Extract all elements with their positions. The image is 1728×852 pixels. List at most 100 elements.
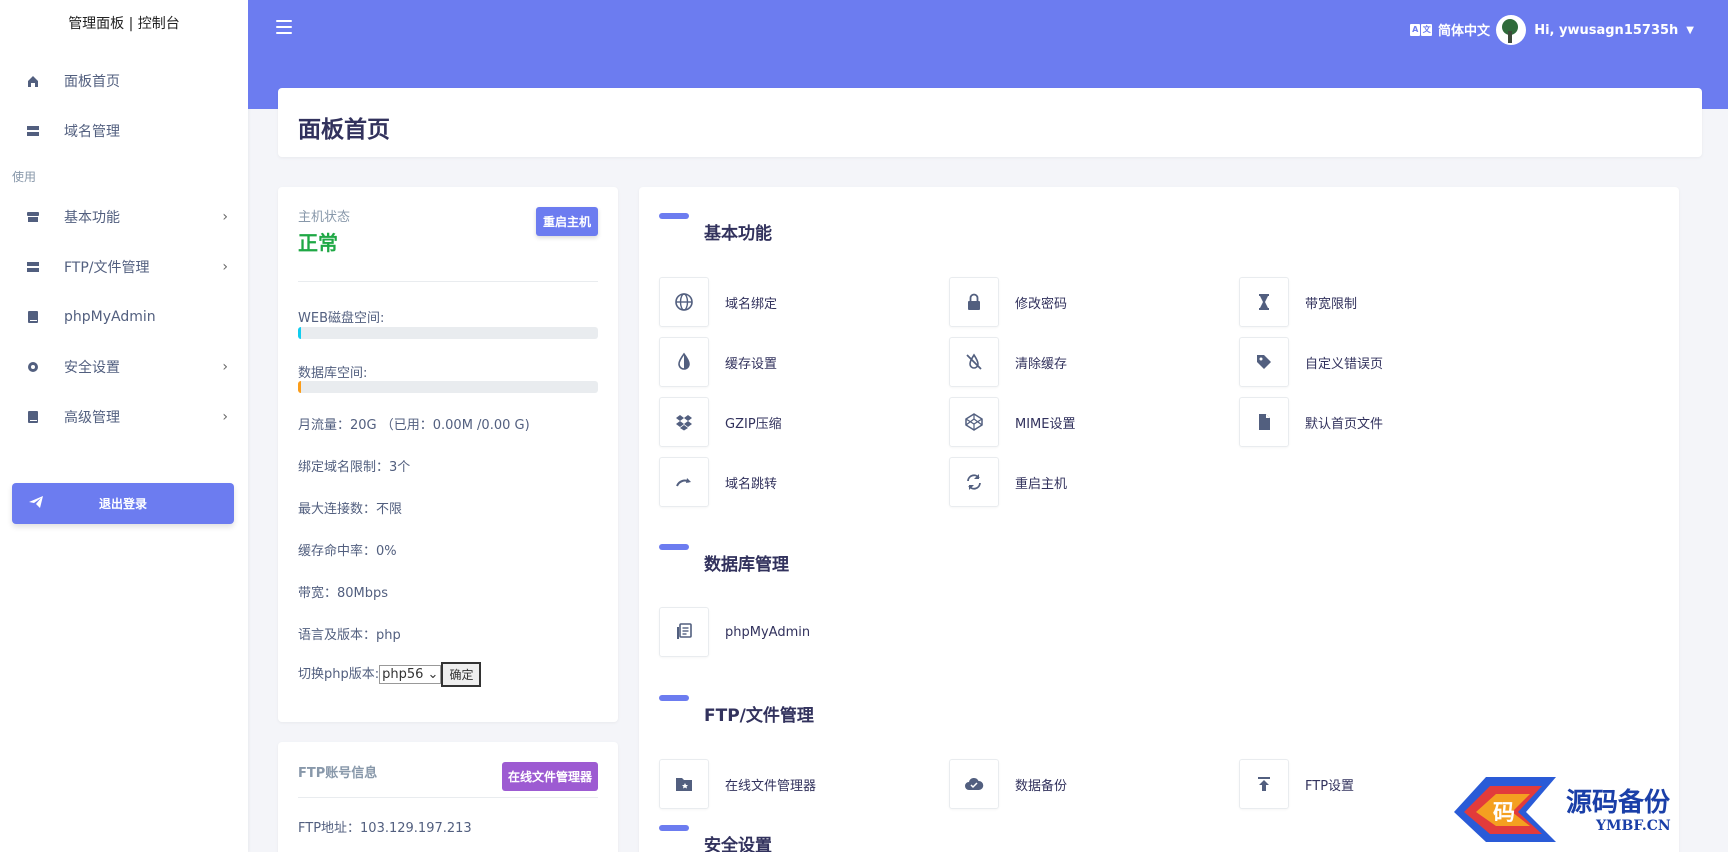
lock-icon — [949, 277, 999, 327]
database-label: 数据库空间: — [298, 366, 368, 381]
feature-mime-settings[interactable]: MIME设置 — [949, 397, 1075, 447]
redo-icon — [659, 457, 709, 507]
feature-custom-error-page[interactable]: 自定义错误页 — [1239, 337, 1383, 387]
language-switcher[interactable]: A文 简体中文 — [1409, 20, 1490, 39]
sidebar-item-label: 基本功能 — [64, 210, 120, 226]
feature-restart-host[interactable]: 重启主机 — [949, 457, 1067, 507]
sidebar-heading: 使用 — [12, 170, 37, 184]
home-icon — [26, 74, 40, 88]
logout-label: 退出登录 — [98, 497, 147, 511]
sync-icon — [949, 457, 999, 507]
watermark-emblem-icon: 码 — [1454, 777, 1556, 842]
cache-hit-info: 缓存命中率：0% — [298, 544, 397, 559]
feature-clear-cache[interactable]: 清除缓存 — [949, 337, 1067, 387]
feature-label: 缓存设置 — [725, 356, 778, 372]
watermark-logo: 码 源码备份 YMBF.CN — [1446, 772, 1716, 847]
globe-icon — [659, 277, 709, 327]
feature-label: phpMyAdmin — [725, 624, 811, 640]
chevron-right-icon: › — [222, 259, 228, 275]
bandwidth-info: 带宽：80Mbps — [298, 586, 389, 601]
feature-label: 数据备份 — [1015, 778, 1068, 794]
tags-icon — [1239, 337, 1289, 387]
feature-online-file-manager[interactable]: 在线文件管理器 — [659, 759, 816, 809]
book-icon — [26, 310, 40, 324]
section-title-ftp: FTP/文件管理 — [704, 706, 814, 726]
feature-default-index[interactable]: 默认首页文件 — [1239, 397, 1383, 447]
sidebar-item-basic[interactable]: 基本功能 › — [0, 192, 248, 242]
domain-limit-info: 绑定域名限制：3个 — [298, 460, 411, 475]
feature-label: 自定义错误页 — [1305, 356, 1384, 372]
logout-button[interactable]: 退出登录 — [12, 483, 234, 524]
php-switch-label: 切换php版本: — [298, 667, 380, 682]
file-icon — [1239, 397, 1289, 447]
feature-label: 域名跳转 — [725, 476, 778, 492]
web-disk-label: WEB磁盘空间: — [298, 311, 385, 326]
database-book-icon — [659, 607, 709, 657]
chevron-right-icon: › — [222, 359, 228, 375]
feature-change-password[interactable]: 修改密码 — [949, 277, 1067, 327]
section-title-basic: 基本功能 — [704, 224, 772, 244]
sidebar-item-label: 域名管理 — [64, 124, 120, 140]
sidebar-item-advanced[interactable]: 高级管理 › — [0, 392, 248, 442]
sidebar-item-ftp[interactable]: FTP/文件管理 › — [0, 242, 248, 292]
traffic-info: 月流量：20G （已用：0.00M /0.00 G) — [298, 418, 530, 433]
php-confirm-button[interactable]: 确定 — [441, 662, 482, 687]
sidebar-item-label: FTP/文件管理 — [64, 260, 150, 276]
server-icon — [26, 124, 40, 138]
section-title-database: 数据库管理 — [704, 555, 789, 575]
avatar — [1496, 15, 1527, 45]
server-icon — [26, 260, 40, 274]
upload-icon — [1239, 759, 1289, 809]
ftp-account-label: FTP账号信息 — [298, 766, 378, 781]
features-card: 基本功能 域名绑定 修改密码 带宽限制 缓存设置 清除缓存 自定义错误页 GZI… — [639, 187, 1679, 852]
sidebar-item-phpmyadmin[interactable]: phpMyAdmin — [0, 292, 248, 342]
php-switch-row: 切换php版本: php56 ⌄ 确定 — [298, 662, 482, 687]
paper-plane-icon — [28, 495, 44, 512]
web-disk-progress — [298, 327, 598, 339]
feature-cache-settings[interactable]: 缓存设置 — [659, 337, 777, 387]
feature-gzip[interactable]: GZIP压缩 — [659, 397, 782, 447]
chevron-right-icon: › — [222, 409, 228, 425]
php-version-select[interactable]: php56 ⌄ — [379, 665, 442, 684]
sidebar-item-domains[interactable]: 域名管理 — [0, 106, 248, 156]
dropbox-icon — [659, 397, 709, 447]
divider — [298, 797, 598, 798]
contrast-icon — [659, 337, 709, 387]
database-progress-fill — [298, 381, 301, 393]
menu-toggle-icon[interactable] — [276, 20, 292, 34]
tint-slash-icon — [949, 337, 999, 387]
watermark-text: 源码备份 — [1566, 788, 1671, 818]
restart-host-button[interactable]: 重启主机 — [535, 207, 598, 236]
ftp-address: FTP地址：103.129.197.213 — [298, 821, 472, 836]
file-manager-button[interactable]: 在线文件管理器 — [501, 762, 598, 791]
page-title: 面板首页 — [298, 117, 390, 143]
feature-bandwidth-limit[interactable]: 带宽限制 — [1239, 277, 1357, 327]
brand-title: 管理面板 | 控制台 — [68, 16, 180, 32]
book-icon — [26, 410, 40, 424]
database-progress — [298, 381, 598, 393]
host-status-card: 主机状态 正常 重启主机 WEB磁盘空间: 数据库空间: 月流量：20G （已用… — [278, 187, 618, 722]
gear-icon — [26, 360, 40, 374]
feature-label: 修改密码 — [1015, 296, 1068, 312]
max-connections-info: 最大连接数：不限 — [298, 502, 403, 517]
sidebar-item-label: 安全设置 — [64, 360, 120, 376]
page-title-card: 面板首页 — [278, 88, 1702, 157]
sidebar-item-security[interactable]: 安全设置 › — [0, 342, 248, 392]
language-icon: A文 — [1409, 23, 1432, 36]
feature-domain-redirect[interactable]: 域名跳转 — [659, 457, 777, 507]
archive-icon — [26, 210, 40, 224]
feature-data-backup[interactable]: 数据备份 — [949, 759, 1067, 809]
sidebar-item-dashboard[interactable]: 面板首页 — [0, 56, 248, 106]
feature-label: 在线文件管理器 — [725, 778, 817, 794]
codepen-icon — [949, 397, 999, 447]
watermark-logo-char: 码 — [1493, 800, 1515, 826]
watermark-sub: YMBF.CN — [1596, 818, 1671, 834]
feature-phpmyadmin[interactable]: phpMyAdmin — [659, 607, 810, 657]
feature-ftp-settings[interactable]: FTP设置 — [1239, 759, 1354, 809]
host-status-label: 主机状态 — [298, 210, 351, 225]
hourglass-icon — [1239, 277, 1289, 327]
feature-domain-binding[interactable]: 域名绑定 — [659, 277, 777, 327]
ftp-account-card: FTP账号信息 在线文件管理器 FTP地址：103.129.197.213 — [278, 742, 618, 852]
section-accent — [659, 695, 689, 701]
user-menu[interactable]: Hi, ywusagn15735h ▼ — [1496, 15, 1694, 45]
